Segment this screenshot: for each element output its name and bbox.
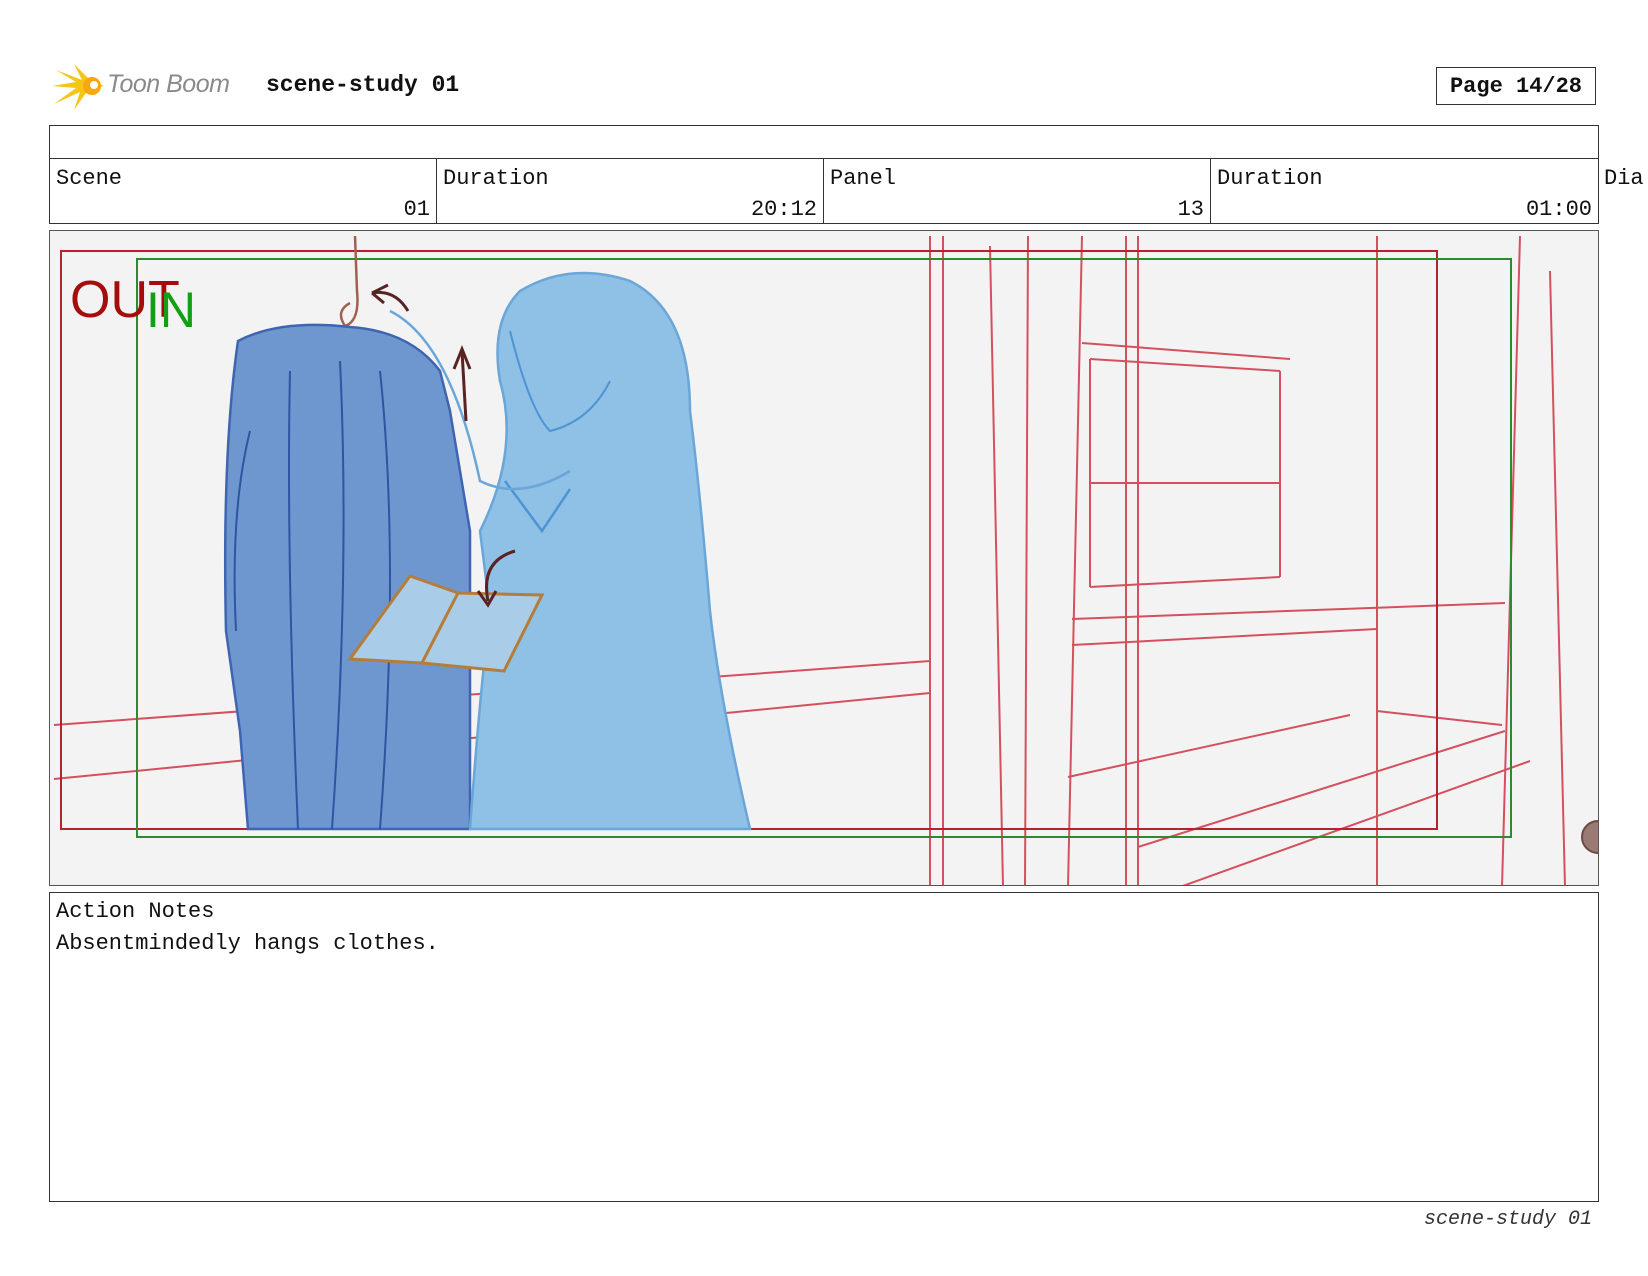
info-row: Scene 01 Duration 20:12 Panel 13 Duratio…: [49, 158, 1599, 224]
panel-value: 13: [1177, 197, 1204, 222]
scene-duration-value: 20:12: [750, 197, 817, 222]
panel-label: Panel: [830, 166, 897, 191]
blank-header-row: [49, 125, 1599, 159]
scene-value: 01: [403, 197, 430, 222]
dialog-label: Dia: [1604, 166, 1644, 191]
action-notes-label: Action Notes: [56, 899, 215, 924]
panel-cell: Panel 13: [824, 158, 1211, 224]
storyboard-panel: OUT IN: [49, 230, 1599, 886]
coat: [223, 323, 472, 831]
corner-thumbnail: [1581, 820, 1598, 854]
scene-duration-cell: Duration 20:12: [437, 158, 824, 224]
hanger: [339, 235, 359, 328]
document-title: scene-study 01: [266, 72, 460, 98]
panel-duration-cell: Duration 01:00: [1211, 158, 1598, 224]
scene-cell: Scene 01: [50, 158, 437, 224]
logo-text: Toon Boom: [107, 70, 230, 98]
panel-duration-label: Duration: [1217, 166, 1323, 191]
action-notes-text: Absentmindedly hangs clothes.: [56, 931, 439, 956]
scene-label: Scene: [56, 166, 123, 191]
footer-title: scene-study 01: [1423, 1208, 1592, 1231]
in-label: IN: [146, 282, 196, 338]
action-notes-box: Action Notes Absentmindedly hangs clothe…: [49, 892, 1599, 1202]
scene-duration-label: Duration: [443, 166, 549, 191]
panel-duration-value: 01:00: [1525, 197, 1592, 222]
page-indicator: Page 14/28: [1436, 67, 1596, 105]
panel-drawing: OUT IN: [53, 235, 1598, 885]
toon-boom-logo: Toon Boom: [52, 60, 252, 112]
starburst-icon: [52, 64, 104, 110]
